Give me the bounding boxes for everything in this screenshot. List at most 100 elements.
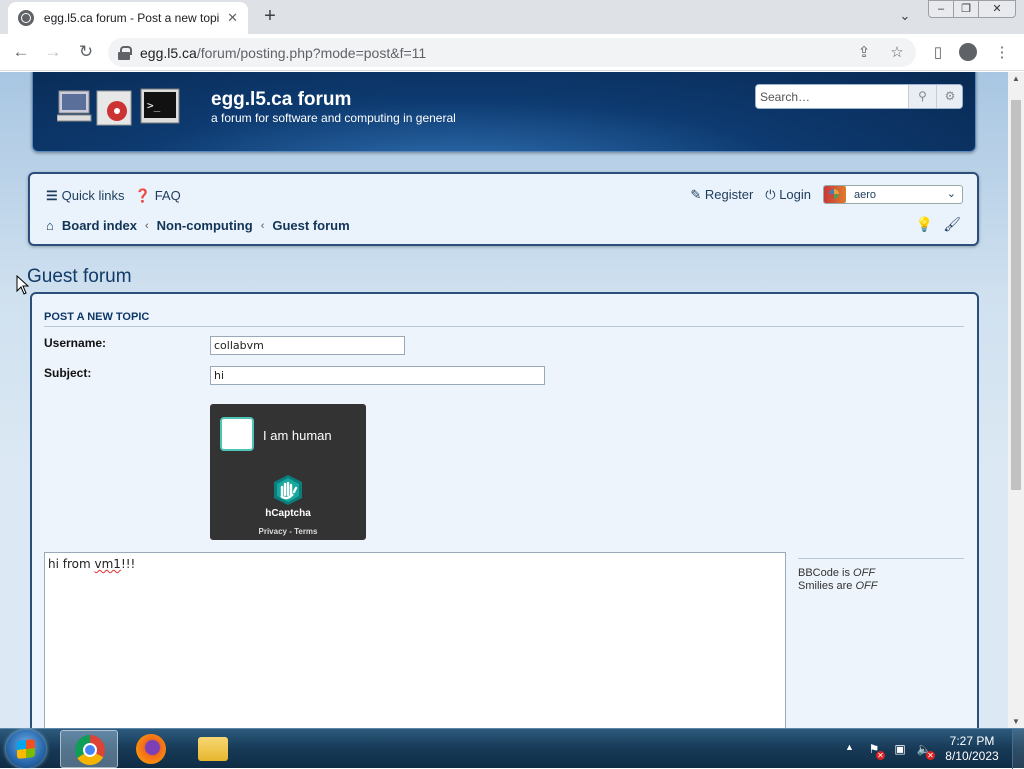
register-link[interactable]: ✎ Register: [690, 187, 753, 203]
post-heading: POST A NEW TOPIC: [44, 311, 150, 323]
message-misspelled-word: vm1: [94, 557, 121, 571]
tab-close-icon[interactable]: ✕: [227, 10, 238, 26]
subject-label: Subject:: [44, 366, 92, 380]
quick-links-menu[interactable]: ☰ Quick links: [46, 188, 125, 204]
action-center-flag-icon[interactable]: ⚑: [866, 741, 885, 760]
page-viewport: >_ egg.l5.ca forum a forum for software …: [0, 72, 1008, 728]
page-title[interactable]: Guest forum: [27, 266, 132, 288]
breadcrumb-separator-icon: ‹: [260, 219, 265, 232]
breadcrumb: ⌂ Board index ‹ Non-computing ‹ Guest fo…: [46, 218, 350, 233]
globe-icon: [18, 10, 34, 26]
window-close-button[interactable]: ✕: [978, 0, 1016, 18]
back-arrow-icon[interactable]: ←: [8, 40, 34, 66]
scrollbar-thumb[interactable]: [1011, 100, 1021, 490]
forum-navbar: ☰ Quick links ❓ FAQ ✎ Register ⏻ Login aer…: [28, 172, 979, 246]
search-box: ⚲ ⚙: [755, 84, 963, 109]
taskbar-firefox[interactable]: [122, 730, 180, 768]
page-scrollbar[interactable]: ▲ ▼: [1008, 72, 1024, 728]
network-icon[interactable]: ▣: [892, 741, 908, 757]
message-text-suffix: !!!: [120, 557, 136, 571]
faq-link[interactable]: ❓ FAQ: [135, 188, 181, 204]
username-label: Username:: [44, 336, 107, 350]
breadcrumb-guest-forum[interactable]: Guest forum: [272, 218, 349, 233]
browser-menu-icon[interactable]: ⋮: [992, 43, 1012, 63]
captcha-brand: hCaptcha: [265, 508, 311, 519]
power-icon: ⏻: [765, 186, 780, 202]
clock-date: 8/10/2023: [945, 749, 999, 763]
tab-search-chevron-icon[interactable]: ⌄: [895, 8, 915, 26]
taskbar-chrome[interactable]: [60, 730, 118, 768]
browser-toolbar: ← → ↻ egg.l5.ca/forum/posting.php?mode=p…: [0, 34, 1024, 71]
folder-icon: [198, 737, 228, 761]
bookmark-star-icon[interactable]: ☆: [886, 42, 908, 64]
bbcode-status-label: BBCode is: [798, 567, 850, 579]
scroll-up-arrow-icon[interactable]: ▲: [1012, 74, 1020, 83]
advanced-search-gear-icon[interactable]: ⚙: [936, 85, 962, 108]
start-button[interactable]: [6, 730, 46, 768]
faq-label: FAQ: [154, 188, 181, 203]
site-logo[interactable]: >_: [57, 87, 181, 129]
captcha-privacy-terms-links[interactable]: Privacy - Terms: [210, 527, 366, 536]
tray-overflow-arrow-icon[interactable]: ▲: [845, 742, 854, 752]
hcaptcha-logo-icon: [274, 475, 302, 505]
side-panel-icon[interactable]: ▯: [928, 43, 948, 63]
heading-divider: [44, 326, 964, 327]
share-icon[interactable]: ⇪: [853, 42, 875, 64]
url-path: /forum/posting.php?mode=post&f=11: [196, 44, 427, 61]
browser-tabstrip: egg.l5.ca forum - Post a new topic ✕ + ⌄…: [0, 0, 1024, 34]
breadcrumb-non-computing[interactable]: Non-computing: [157, 218, 253, 233]
username-field[interactable]: collabvm: [210, 336, 405, 355]
post-form-panel: POST A NEW TOPIC Username: collabvm Subj…: [30, 292, 979, 728]
clock-time: 7:27 PM: [949, 734, 995, 748]
breadcrumb-board-index[interactable]: Board index: [62, 218, 137, 233]
smilies-status-value: OFF: [855, 580, 878, 592]
bbcode-status-value: OFF: [853, 567, 876, 579]
profile-avatar-icon[interactable]: [958, 43, 978, 63]
taskbar-clock[interactable]: 7:27 PM 8/10/2023: [940, 734, 1004, 764]
lightbulb-icon[interactable]: 💡: [916, 216, 933, 233]
hamburger-icon: ☰: [46, 188, 58, 203]
windows-taskbar: ▲ ⚑ ▣ 🔈 7:27 PM 8/10/2023: [0, 728, 1024, 769]
lock-icon[interactable]: [118, 45, 132, 60]
style-logo-icon: [824, 186, 846, 203]
mouse-cursor-icon: [16, 275, 30, 295]
bbcode-status: BBCode is OFF: [798, 567, 964, 580]
subject-field[interactable]: hi: [210, 366, 545, 385]
message-textarea[interactable]: hi from vm1!!!: [44, 552, 786, 728]
site-name[interactable]: egg.l5.ca forum: [211, 89, 351, 111]
address-bar[interactable]: egg.l5.ca/forum/posting.php?mode=post&f=…: [108, 38, 916, 67]
show-desktop-button[interactable]: [1012, 729, 1024, 769]
pencil-square-icon: ✎: [690, 186, 705, 202]
taskbar-file-explorer[interactable]: [184, 730, 242, 768]
address-url[interactable]: egg.l5.ca/forum/posting.php?mode=post&f=…: [140, 45, 426, 61]
firefox-icon: [136, 734, 166, 764]
browser-tab[interactable]: egg.l5.ca forum - Post a new topic ✕: [8, 2, 248, 34]
window-maximize-button[interactable]: ❐: [953, 0, 979, 18]
style-select[interactable]: aero ⌄: [823, 185, 963, 204]
volume-muted-icon[interactable]: 🔈: [916, 741, 935, 760]
login-link[interactable]: ⏻ Login: [765, 187, 811, 203]
home-icon: ⌂: [46, 218, 54, 233]
breadcrumb-separator-icon: ‹: [144, 219, 149, 232]
message-text: hi from: [48, 557, 95, 571]
captcha-checkbox[interactable]: [220, 417, 254, 451]
reload-icon[interactable]: ↻: [73, 40, 99, 66]
chrome-icon: [75, 735, 105, 765]
smilies-status-label: Smilies are: [798, 580, 853, 592]
question-circle-icon: ❓: [134, 188, 151, 203]
search-input[interactable]: [756, 85, 908, 108]
forward-arrow-icon[interactable]: →: [40, 40, 66, 66]
hcaptcha-widget: I am human hCaptcha Privacy - Terms: [210, 404, 366, 540]
posting-options-info: BBCode is OFF Smilies are OFF: [798, 558, 964, 593]
scroll-down-arrow-icon[interactable]: ▼: [1012, 717, 1020, 726]
paintbrush-icon[interactable]: 🖌: [943, 216, 961, 233]
register-label: Register: [704, 186, 754, 202]
smilies-status: Smilies are OFF: [798, 580, 964, 593]
url-host: egg.l5.ca: [140, 44, 197, 61]
window-minimize-button[interactable]: –: [928, 0, 954, 18]
login-label: Login: [779, 186, 811, 202]
search-icon[interactable]: ⚲: [908, 85, 936, 108]
tab-title: egg.l5.ca forum - Post a new topic: [43, 11, 220, 25]
chevron-down-icon: ⌄: [946, 188, 956, 200]
new-tab-button[interactable]: +: [258, 5, 282, 29]
